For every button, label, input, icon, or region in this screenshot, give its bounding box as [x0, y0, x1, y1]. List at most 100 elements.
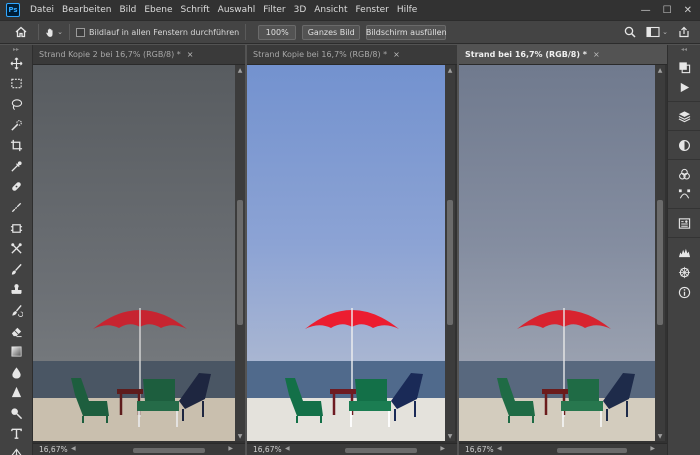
scroll-all-windows-checkbox[interactable]	[76, 27, 85, 37]
minimize-icon[interactable]: —	[641, 5, 651, 16]
menu-filter[interactable]: Filter	[259, 5, 289, 15]
menu-auswahl[interactable]: Auswahl	[214, 5, 260, 15]
workspace-chevron-icon[interactable]: ⌄	[662, 28, 668, 36]
marquee-tool[interactable]	[0, 74, 33, 95]
dodge-tool[interactable]	[0, 403, 33, 424]
scroll-left-icon[interactable]: ◀	[285, 445, 290, 452]
scrollbar-thumb[interactable]	[557, 447, 627, 453]
menu-datei[interactable]: Datei	[26, 5, 58, 15]
chevron-down-icon[interactable]: ⌄	[57, 28, 63, 36]
options-bar: ⌄ Bildlauf in allen Fenstern durchführen…	[0, 20, 700, 44]
zoom-level[interactable]: 16,67%	[459, 445, 497, 454]
vertical-scrollbar[interactable]: ▲ ▼	[235, 65, 245, 441]
crop-tool[interactable]	[0, 135, 33, 156]
menu-bearbeiten[interactable]: Bearbeiten	[58, 5, 115, 15]
zoom-level[interactable]: 16,67%	[33, 445, 71, 454]
vertical-scrollbar[interactable]: ▲ ▼	[445, 65, 455, 441]
horizontal-scrollbar[interactable]: ◀ ▶	[497, 445, 655, 454]
scrollbar-thumb[interactable]	[133, 447, 205, 453]
lasso-tool[interactable]	[0, 94, 33, 115]
frame-tool-icon	[10, 223, 23, 233]
search-icon[interactable]	[624, 26, 636, 38]
histogram-panel-button[interactable]	[668, 242, 700, 262]
scroll-up-icon[interactable]: ▲	[445, 65, 455, 75]
content-aware-move-tool[interactable]	[0, 238, 33, 259]
stamp-tool[interactable]	[0, 280, 33, 301]
history-brush-tool[interactable]	[0, 300, 33, 321]
horizontal-scrollbar[interactable]: ◀ ▶	[71, 445, 233, 454]
scroll-right-icon[interactable]: ▶	[440, 445, 445, 452]
vertical-scrollbar[interactable]: ▲ ▼	[655, 65, 665, 441]
type-tool[interactable]	[0, 424, 33, 445]
color-panel-button[interactable]	[668, 57, 700, 77]
scroll-right-icon[interactable]: ▶	[228, 445, 233, 452]
menu-schrift[interactable]: Schrift	[177, 5, 214, 15]
share-icon[interactable]	[678, 26, 690, 38]
table	[330, 389, 356, 394]
scroll-down-icon[interactable]: ▼	[445, 431, 455, 441]
adjustments-panel-button[interactable]	[668, 135, 700, 155]
actions-panel-button[interactable]	[668, 77, 700, 97]
healing-brush-tool[interactable]	[0, 177, 33, 198]
scrollbar-thumb[interactable]	[237, 200, 243, 325]
document-title: Strand Kopie 2 bei 16,7% (RGB/8) *	[39, 50, 181, 59]
scrollbar-thumb[interactable]	[657, 200, 663, 325]
close-icon[interactable]: ×	[187, 50, 194, 59]
scrollbar-thumb[interactable]	[447, 200, 453, 325]
photoshop-logo[interactable]: Ps	[6, 3, 20, 17]
hand-tool-preset[interactable]: ⌄	[45, 23, 63, 41]
scrollbar-thumb[interactable]	[345, 447, 417, 453]
close-icon[interactable]: ✕	[684, 5, 692, 16]
scroll-up-icon[interactable]: ▲	[655, 65, 665, 75]
fill-screen-button[interactable]: Bildschirm ausfüllen	[366, 24, 447, 40]
close-icon[interactable]: ×	[593, 50, 600, 59]
image-canvas-strand-kopie[interactable]	[247, 65, 445, 441]
gradient-tool[interactable]	[0, 341, 33, 362]
pen-tool[interactable]	[0, 444, 33, 455]
scroll-left-icon[interactable]: ◀	[71, 445, 76, 452]
scroll-down-icon[interactable]: ▼	[655, 431, 665, 441]
menu-fenster[interactable]: Fenster	[351, 5, 392, 15]
menu-bild[interactable]: Bild	[115, 5, 140, 15]
image-canvas-strand-kopie-2[interactable]	[33, 65, 235, 441]
info-panel-icon	[678, 286, 691, 298]
scroll-right-icon[interactable]: ▶	[650, 445, 655, 452]
panel-dock-grip-icon[interactable]: ◂◂	[668, 45, 700, 53]
scroll-down-icon[interactable]: ▼	[235, 431, 245, 441]
document-tab-strand[interactable]: Strand bei 16,7% (RGB/8) * ×	[459, 45, 667, 65]
blur-tool[interactable]	[0, 362, 33, 383]
play-action-icon	[680, 82, 690, 92]
close-icon[interactable]: ×	[393, 50, 400, 59]
menu-hilfe[interactable]: Hilfe	[393, 5, 421, 15]
quick-select-tool[interactable]	[0, 115, 33, 136]
layers-panel-button[interactable]	[668, 106, 700, 126]
image-canvas-strand[interactable]	[459, 65, 655, 441]
eyedropper-tool[interactable]	[0, 156, 33, 177]
properties-panel-button[interactable]	[668, 213, 700, 233]
maximize-icon[interactable]: ☐	[663, 5, 672, 16]
home-button[interactable]	[10, 21, 32, 43]
frame-tool[interactable]	[0, 218, 33, 239]
menu-ansicht[interactable]: Ansicht	[310, 5, 351, 15]
sharpen-tool[interactable]	[0, 383, 33, 404]
channels-panel-button[interactable]	[668, 164, 700, 184]
menu-ebene[interactable]: Ebene	[140, 5, 176, 15]
eraser-tool[interactable]	[0, 321, 33, 342]
scroll-left-icon[interactable]: ◀	[497, 445, 502, 452]
workspace-icon[interactable]	[646, 26, 660, 38]
horizontal-scrollbar[interactable]: ◀ ▶	[285, 445, 445, 454]
document-tab-strand-kopie-2[interactable]: Strand Kopie 2 bei 16,7% (RGB/8) * ×	[33, 45, 245, 65]
toolbar-grip-icon[interactable]: ▸▸	[0, 45, 32, 53]
menu-3d[interactable]: 3D	[290, 5, 311, 15]
paths-panel-button[interactable]	[668, 184, 700, 204]
zoom-100-button[interactable]: 100%	[258, 24, 297, 40]
navigator-panel-button[interactable]	[668, 262, 700, 282]
scroll-up-icon[interactable]: ▲	[235, 65, 245, 75]
patch-tool[interactable]	[0, 197, 33, 218]
fit-screen-button[interactable]: Ganzes Bild	[302, 24, 361, 40]
move-tool[interactable]	[0, 53, 33, 74]
zoom-level[interactable]: 16,67%	[247, 445, 285, 454]
document-tab-strand-kopie[interactable]: Strand Kopie bei 16,7% (RGB/8) * ×	[247, 45, 457, 65]
info-panel-button[interactable]	[668, 282, 700, 302]
brush-tool[interactable]	[0, 259, 33, 280]
